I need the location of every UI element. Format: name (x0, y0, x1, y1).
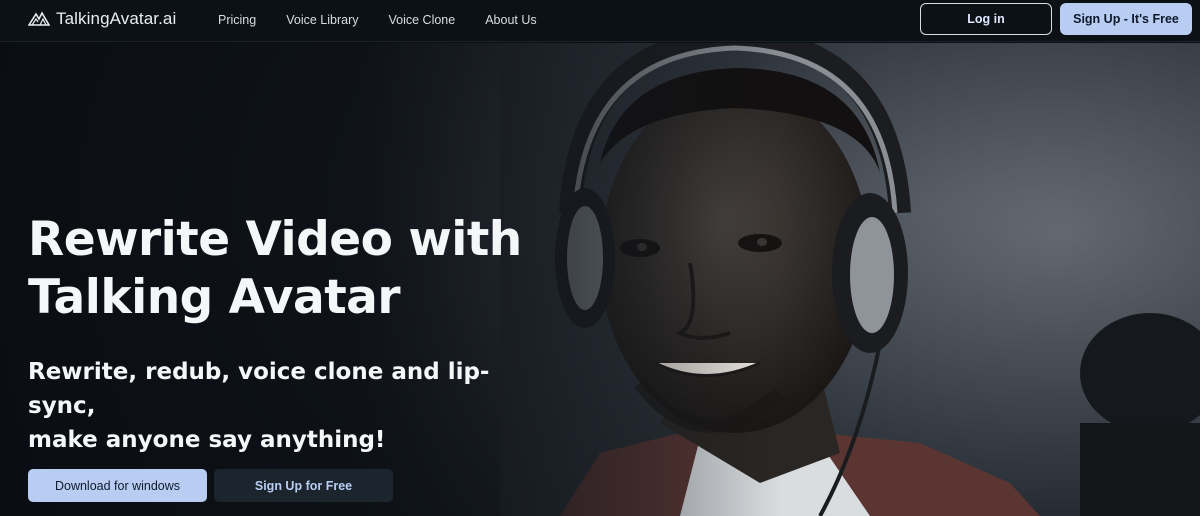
signup-free-button[interactable]: Sign Up for Free (214, 469, 393, 502)
brand-name: TalkingAvatar.ai (56, 9, 177, 28)
hero-subheadline-line1: Rewrite, redub, voice clone and lip-sync… (28, 359, 490, 419)
brand-logo[interactable]: TalkingAvatar.ai (28, 9, 176, 29)
hero-headline-line2: Talking Avatar (28, 270, 401, 325)
hero-subheadline-line2: make anyone say anything! (28, 427, 386, 453)
nav-links: Pricing Voice Library Voice Clone About … (218, 13, 537, 27)
signup-button[interactable]: Sign Up - It's Free (1060, 3, 1192, 35)
hero-section: Rewrite Video with Talking Avatar Rewrit… (0, 43, 1200, 516)
nav-link-pricing[interactable]: Pricing (218, 13, 256, 27)
logo-icon (28, 11, 50, 26)
nav-link-about-us[interactable]: About Us (485, 13, 536, 27)
hero-subheadline: Rewrite, redub, voice clone and lip-sync… (28, 355, 548, 457)
top-nav: TalkingAvatar.ai Pricing Voice Library V… (0, 0, 1200, 42)
login-button[interactable]: Log in (920, 3, 1052, 35)
hero-headline: Rewrite Video with Talking Avatar (28, 211, 548, 327)
nav-link-voice-library[interactable]: Voice Library (286, 13, 358, 27)
download-windows-button[interactable]: Download for windows (28, 469, 207, 502)
nav-link-voice-clone[interactable]: Voice Clone (388, 13, 455, 27)
hero-headline-line1: Rewrite Video with (28, 212, 522, 267)
